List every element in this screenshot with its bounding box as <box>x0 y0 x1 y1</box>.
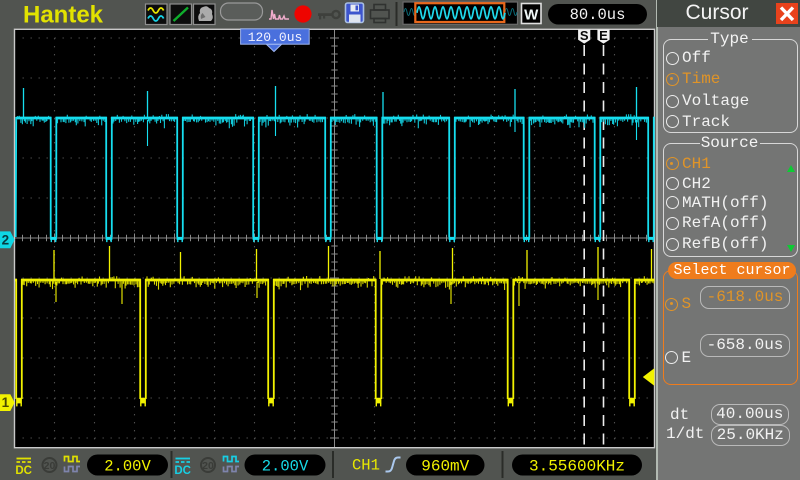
svg-text:120.0us: 120.0us <box>248 30 303 45</box>
svg-text:80.0us: 80.0us <box>570 6 626 24</box>
svg-text:1: 1 <box>2 395 10 410</box>
svg-text:2.00V: 2.00V <box>262 457 309 475</box>
svg-text:2: 2 <box>2 232 10 247</box>
svg-text:960mV: 960mV <box>421 457 469 475</box>
svg-text:20: 20 <box>44 460 56 472</box>
svg-text:2.00V: 2.00V <box>104 457 151 475</box>
svg-text:3.55600KHz: 3.55600KHz <box>529 457 625 475</box>
svg-text:S: S <box>580 28 589 43</box>
svg-text:DC: DC <box>15 465 32 477</box>
svg-text:20: 20 <box>202 460 214 472</box>
svg-text:DC: DC <box>174 465 191 477</box>
svg-text:E: E <box>599 28 608 43</box>
svg-text:Hantek: Hantek <box>23 2 104 29</box>
svg-text:CH1: CH1 <box>352 457 380 475</box>
svg-text:W: W <box>524 7 539 24</box>
